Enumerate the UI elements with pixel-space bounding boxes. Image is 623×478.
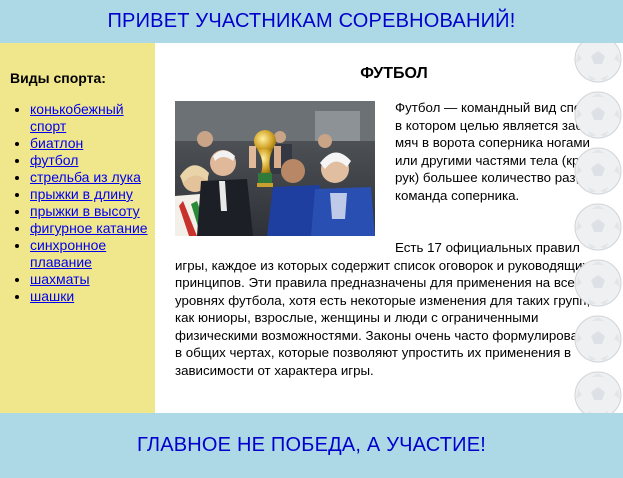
soccer-ball-icon — [574, 371, 622, 413]
list-item: фигурное катание — [30, 220, 155, 237]
sport-link-speed-skating[interactable]: конькобежный спорт — [30, 101, 124, 134]
list-item: прыжки в высоту — [30, 203, 155, 220]
list-item: стрельба из лука — [30, 169, 155, 186]
header-title: ПРИВЕТ УЧАСТНИКАМ СОРЕВНОВАНИЙ! — [107, 10, 516, 32]
football-rules-text: Есть 17 официальных правил игры, каждое … — [175, 240, 607, 378]
main-content: ФУТБОЛ Футбол — командный вид спорта, в … — [155, 43, 607, 413]
football-rules-paragraph: Есть 17 официальных правил игры, каждое … — [175, 239, 607, 379]
list-item: синхронное плавание — [30, 237, 155, 271]
sport-link-archery[interactable]: стрельба из лука — [30, 169, 141, 185]
sidebar: Виды спорта: конькобежный спорт биатлон … — [0, 43, 155, 413]
sport-list: конькобежный спорт биатлон футбол стрель… — [0, 101, 155, 305]
soccer-ball-icon — [574, 315, 622, 363]
list-item: футбол — [30, 152, 155, 169]
sport-link-football[interactable]: футбол — [30, 152, 78, 168]
trophy-photo — [175, 101, 375, 236]
list-item: конькобежный спорт — [30, 101, 155, 135]
soccer-ball-icon — [574, 203, 622, 251]
page-footer: ГЛАВНОЕ НЕ ПОБЕДА, А УЧАСТИЕ! — [0, 413, 623, 478]
sport-link-long-jump[interactable]: прыжки в длину — [30, 186, 133, 202]
list-item: шахматы — [30, 271, 155, 288]
page-title: ФУТБОЛ — [360, 65, 428, 82]
list-item: биатлон — [30, 135, 155, 152]
sport-link-figure-skating[interactable]: фигурное катание — [30, 220, 148, 236]
soccer-ball-icon — [574, 43, 622, 83]
world-cup-trophy-photo-image — [175, 101, 375, 236]
list-item: шашки — [30, 288, 155, 305]
sport-link-chess[interactable]: шахматы — [30, 271, 90, 287]
sidebar-title: Виды спорта: — [10, 70, 106, 86]
sport-link-synchronized-swimming[interactable]: синхронное плавание — [30, 237, 106, 270]
soccer-ball-icon — [574, 91, 622, 139]
list-item: прыжки в длину — [30, 186, 155, 203]
sport-link-checkers[interactable]: шашки — [30, 288, 74, 304]
page-header: ПРИВЕТ УЧАСТНИКАМ СОРЕВНОВАНИЙ! — [0, 0, 623, 43]
soccer-ball-decoration — [572, 43, 623, 413]
soccer-ball-icon — [574, 259, 622, 307]
sport-link-biathlon[interactable]: биатлон — [30, 135, 83, 151]
soccer-ball-icon — [574, 147, 622, 195]
sport-link-high-jump[interactable]: прыжки в высоту — [30, 203, 140, 219]
footer-slogan: ГЛАВНОЕ НЕ ПОБЕДА, А УЧАСТИЕ! — [136, 434, 487, 456]
